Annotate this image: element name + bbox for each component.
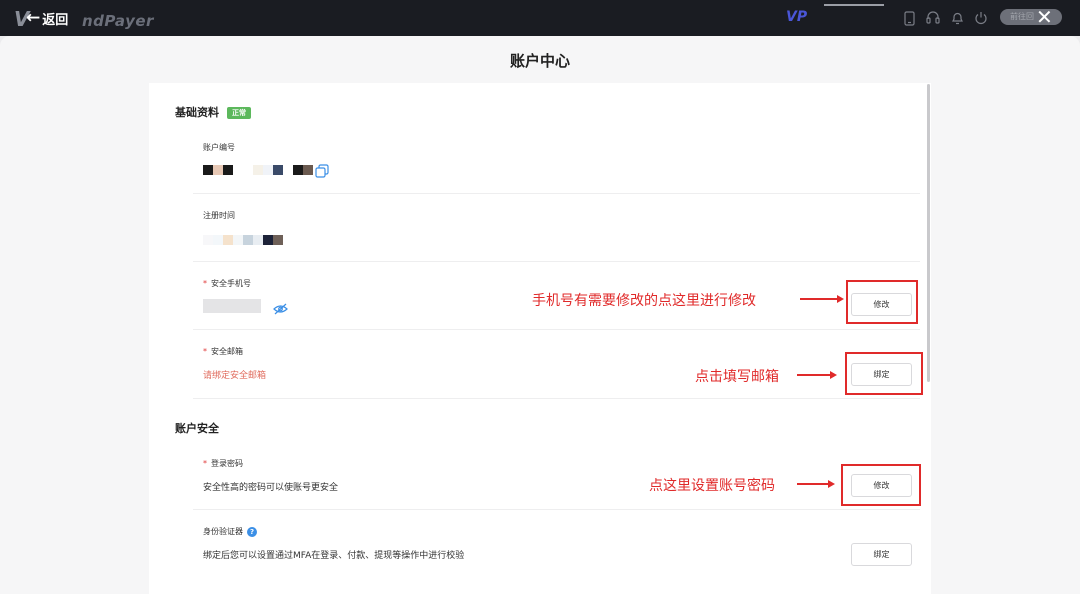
account-no-label: 账户编号 [203, 143, 235, 152]
highlight-box-email [845, 352, 923, 395]
highlight-box-phone [846, 280, 918, 324]
scrollbar[interactable] [927, 84, 930, 382]
phone-icon[interactable] [902, 10, 916, 26]
power-icon[interactable] [974, 10, 988, 26]
section-title-text: 基础资料 [175, 106, 219, 119]
phone-label: * 安全手机号 [203, 279, 251, 288]
top-toolbar [902, 10, 988, 26]
phone-value [203, 299, 261, 313]
divider [193, 398, 920, 399]
annotation-email: 点击填写邮箱 [695, 369, 779, 385]
authenticator-label: 身份验证器? [203, 526, 257, 537]
content-sheet: 账户中心 [0, 36, 1080, 594]
highlight-box-password [841, 464, 921, 506]
back-label: 返回 [42, 12, 69, 28]
bind-authenticator-button[interactable]: 绑定 [851, 543, 912, 566]
eye-hidden-icon[interactable] [273, 300, 288, 319]
status-badge: 正常 [227, 107, 251, 119]
email-label: * 安全邮箱 [203, 347, 243, 356]
account-no-value [203, 165, 313, 175]
tab-indicator [824, 4, 884, 6]
annotation-phone: 手机号有需要修改的点这里进行修改 [532, 293, 756, 309]
authenticator-desc: 绑定后您可以设置通过MFA在登录、付款、提现等操作中进行校验 [203, 551, 465, 561]
headset-icon[interactable] [926, 10, 940, 26]
help-icon[interactable]: ? [247, 527, 257, 537]
divider [193, 509, 920, 510]
annotation-password: 点这里设置账号密码 [649, 478, 775, 494]
password-desc: 安全性高的密码可以使账号更安全 [203, 483, 339, 493]
arrow-right-icon [797, 480, 835, 488]
register-time-label: 注册时间 [203, 211, 235, 220]
section-title-basic: 基础资料 正常 [175, 104, 251, 120]
close-icon[interactable]: ✕ [1036, 7, 1053, 27]
divider [193, 193, 920, 194]
password-label: * 登录密码 [203, 459, 243, 468]
register-time-value [203, 235, 283, 245]
arrow-left-icon: ← [26, 7, 41, 28]
section-title-security: 账户安全 [175, 422, 219, 435]
title-bar: VndPayer ← 返回 VP 前往回 ✕ [0, 0, 1080, 36]
bell-icon[interactable] [950, 10, 964, 26]
page-title: 账户中心 [509, 52, 570, 70]
divider [193, 261, 920, 262]
vip-logo: VP [786, 9, 808, 25]
back-button[interactable]: ← 返回 [26, 8, 68, 28]
arrow-right-icon [797, 371, 837, 379]
copy-icon[interactable] [315, 163, 329, 182]
divider [193, 329, 920, 330]
account-card [149, 83, 931, 594]
arrow-right-icon [800, 295, 844, 303]
email-placeholder-link[interactable]: 请绑定安全邮箱 [203, 368, 266, 381]
